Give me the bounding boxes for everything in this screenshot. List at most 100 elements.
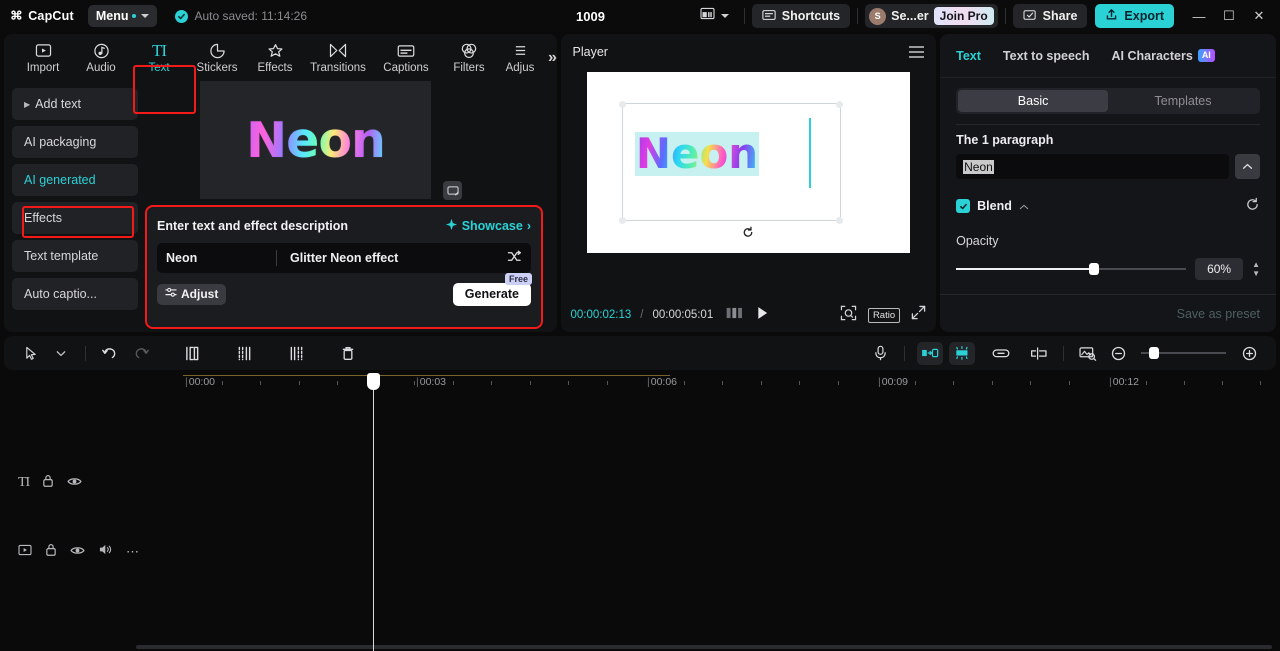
fullscreen-icon[interactable] [911,305,926,325]
split-clip-icon[interactable] [229,340,259,366]
sidebar-item-label: Add text [35,97,82,111]
sidebar-item-ai-generated[interactable]: AI generated [12,164,138,196]
sidebar-item-effects[interactable]: Effects [12,202,138,234]
collapse-paragraph-button[interactable] [1235,154,1260,179]
segment-basic[interactable]: Basic [958,90,1109,112]
unlink-icon[interactable] [1024,340,1054,366]
microphone-icon[interactable] [865,340,895,366]
prompt-effect-input[interactable]: Glitter Neon effect [290,251,507,265]
split-right-icon[interactable] [281,340,311,366]
ratio-button[interactable]: Ratio [867,307,901,323]
prompt-input-row[interactable]: Neon Glitter Neon effect [157,243,531,273]
shortcuts-button[interactable]: Shortcuts [751,4,851,28]
paragraph-text-input[interactable]: Neon [956,154,1229,179]
export-button[interactable]: Export [1095,4,1174,28]
tab-filters[interactable]: Filters [440,36,498,80]
opacity-slider-knob[interactable] [1089,263,1100,275]
share-button[interactable]: Share [1012,4,1088,28]
prompt-text-input[interactable]: Neon [166,251,276,265]
divider [904,345,905,361]
maximize-button[interactable]: ☐ [1214,0,1244,32]
frame-step-icon[interactable] [726,306,743,324]
stepper-down-icon[interactable]: ▼ [1252,270,1260,278]
menu-button[interactable]: Menu [87,5,158,27]
tab-text[interactable]: TI Text [130,36,188,80]
more-options-icon[interactable]: ⋯ [126,544,140,560]
blend-checkbox[interactable] [956,199,971,213]
split-left-icon[interactable] [177,340,207,366]
preview-canvas[interactable]: Neon [586,72,910,253]
tab-import[interactable]: Import [14,36,72,80]
zoom-preview-icon[interactable] [840,305,857,326]
zoom-out-icon[interactable] [1103,340,1133,366]
tab-captions[interactable]: Captions [372,36,440,80]
zoom-slider-knob[interactable] [1149,347,1159,359]
auto-cut-icon[interactable] [917,341,943,365]
tab-audio[interactable]: Audio [72,36,130,80]
tab-label: Adjus [505,62,535,74]
save-as-preset-button[interactable]: Save as preset [1177,307,1260,321]
more-tabs-button[interactable]: » [548,49,557,67]
undo-icon[interactable] [95,340,125,366]
tab-text-to-speech[interactable]: Text to speech [1003,49,1090,63]
account-button[interactable]: S Se...er Join Pro [865,4,998,28]
stepper-up-icon[interactable]: ▲ [1252,261,1260,269]
close-button[interactable]: ✕ [1244,0,1274,32]
reset-icon[interactable] [1245,197,1260,215]
sidebar-item-text-template[interactable]: Text template [12,240,138,272]
resize-handle-top-left[interactable] [619,100,627,108]
keyframe-icon[interactable] [949,341,975,365]
chevron-up-icon[interactable] [1019,197,1029,215]
zoom-in-icon[interactable] [1234,340,1264,366]
divider [85,345,86,361]
preview-thumbnail-icon[interactable] [1073,340,1103,366]
generate-button[interactable]: Generate [452,282,531,306]
playhead[interactable] [367,373,380,651]
shuffle-icon[interactable] [507,250,522,266]
speaker-icon[interactable] [98,543,113,561]
sidebar-item-auto-captions[interactable]: Auto captio... [12,278,138,310]
rotate-handle-icon[interactable] [742,226,755,242]
lock-icon[interactable] [42,474,54,493]
resize-handle-top-right[interactable] [836,100,844,108]
select-tool-dropdown-icon[interactable] [46,340,76,366]
link-icon[interactable] [986,340,1016,366]
divider [1004,8,1006,24]
tab-effects[interactable]: Effects [246,36,304,80]
timeline-area[interactable]: 00:00 00:03 00:06 00:09 00:12 TI [0,370,1280,651]
tab-ai-characters[interactable]: AI Characters AI [1112,49,1215,63]
delete-icon[interactable] [333,340,363,366]
play-button[interactable] [756,306,769,325]
select-tool-icon[interactable] [16,340,46,366]
track-header-text: TI [0,468,136,498]
player-menu-icon[interactable] [909,46,925,58]
timeline-ruler[interactable]: 00:00 00:03 00:06 00:09 00:12 [0,370,1280,392]
edit-thumbnail-button[interactable] [443,181,462,200]
resize-handle-bottom-right[interactable] [836,216,844,224]
timeline-horizontal-scrollbar[interactable] [136,645,1272,649]
resize-handle-bottom-left[interactable] [619,216,627,224]
showcase-link[interactable]: Showcase › [445,218,531,234]
segment-templates[interactable]: Templates [1108,90,1258,112]
eye-icon[interactable] [70,543,85,561]
tab-stickers[interactable]: Stickers [188,36,246,80]
zoom-slider[interactable] [1141,347,1226,359]
layout-switcher-button[interactable] [692,7,737,25]
playhead-handle[interactable] [367,373,380,390]
tab-transitions[interactable]: Transitions [304,36,372,80]
sidebar-item-ai-packaging[interactable]: AI packaging [12,126,138,158]
join-pro-badge[interactable]: Join Pro [933,7,994,25]
opacity-slider[interactable] [956,263,1187,275]
canvas-text-element[interactable]: Neon [634,132,760,176]
eye-icon[interactable] [67,474,82,492]
generated-text-thumbnail[interactable]: Neon [200,81,431,199]
lock-icon[interactable] [45,543,57,562]
adjust-button[interactable]: Adjust [157,283,227,305]
minimize-button[interactable]: — [1184,0,1214,32]
opacity-value[interactable]: 60% [1195,258,1244,280]
tab-adjust[interactable]: Adjus [498,36,542,80]
opacity-stepper[interactable]: ▲ ▼ [1252,261,1260,278]
tab-text-properties[interactable]: Text [956,49,981,63]
redo-icon[interactable] [125,340,155,366]
sidebar-item-add-text[interactable]: ▶ Add text [12,88,138,120]
